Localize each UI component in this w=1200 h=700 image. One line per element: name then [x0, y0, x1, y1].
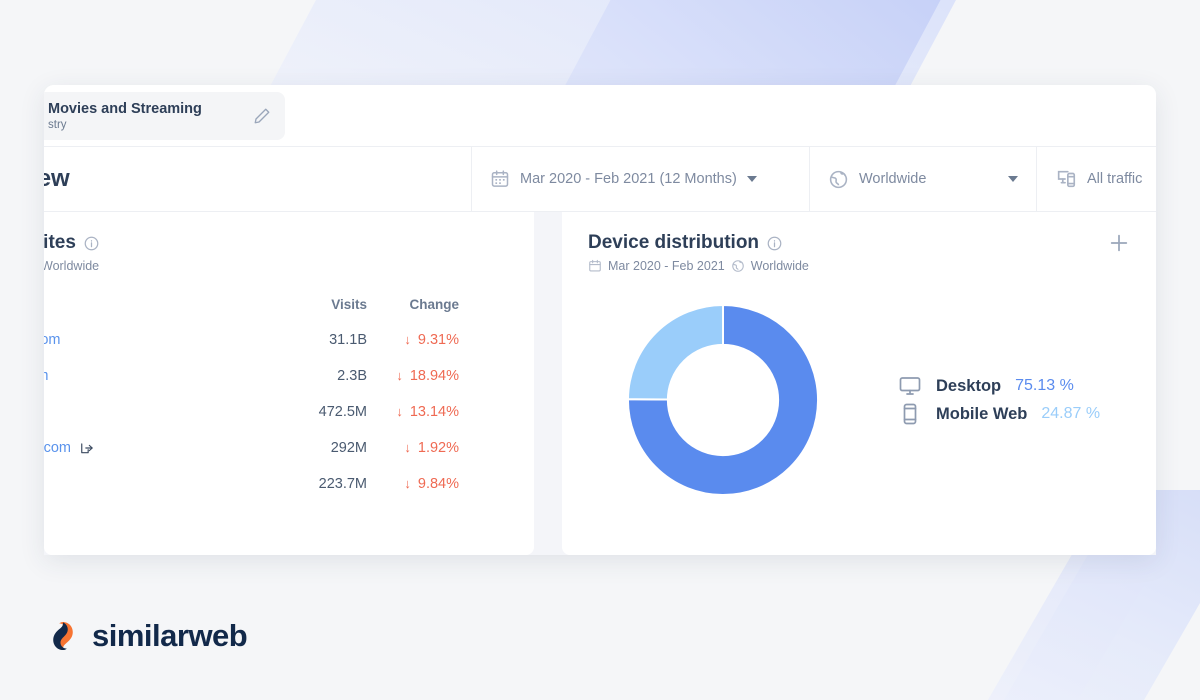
legend-value-desktop: 75.13 %	[1015, 377, 1074, 395]
tab-bar: Movies and Streaming stry	[44, 85, 1156, 147]
legend-label-desktop: Desktop	[936, 377, 1001, 396]
cell-visits: 2.3B	[267, 358, 367, 394]
card-subtitle-top-websites: Worldwide	[44, 259, 99, 273]
card-subtitle-geo-label: Worldwide	[751, 259, 809, 273]
desktop-icon	[898, 374, 922, 398]
traffic-type-filter[interactable]: All traffic	[1036, 147, 1156, 211]
change-value: 9.84%	[418, 476, 459, 492]
mobile-icon	[898, 402, 922, 426]
legend-label-mobile-web: Mobile Web	[936, 405, 1027, 424]
card-top-websites: bsites	[44, 212, 534, 555]
plus-icon[interactable]	[1108, 232, 1130, 254]
globe-icon	[828, 169, 849, 190]
tab-movies-and-streaming[interactable]: Movies and Streaming stry	[44, 92, 285, 140]
legend-item-desktop: Desktop 75.13 %	[898, 374, 1130, 398]
change-value: 18.94%	[410, 368, 459, 384]
date-range-filter[interactable]: Mar 2020 - Feb 2021 (12 Months)	[471, 147, 809, 211]
top-websites-table-body: e.com 31.1B ↓ 9.31%	[44, 322, 459, 502]
cell-change: ↓ 1.92%	[404, 440, 459, 456]
change-value: 1.92%	[418, 440, 459, 456]
similarweb-wordmark: similarweb	[92, 618, 247, 654]
change-value: 13.14%	[410, 404, 459, 420]
arrow-down-icon: ↓	[404, 440, 411, 455]
site-link[interactable]: lus.com	[44, 440, 94, 456]
page-title: erview	[44, 147, 471, 211]
app-window: Movies and Streaming stry erview	[44, 85, 1156, 555]
tab-subtitle: stry	[48, 118, 247, 133]
pencil-icon[interactable]	[253, 107, 271, 125]
geography-filter[interactable]: Worldwide	[809, 147, 1036, 211]
table-row[interactable]: m 223.7M ↓ 9.84%	[44, 466, 459, 502]
donut-chart	[588, 301, 858, 499]
donut-slice-mobile-web[interactable]	[628, 305, 723, 400]
cell-visits: 472.5M	[267, 394, 367, 430]
similarweb-branding: similarweb	[46, 618, 247, 654]
cell-change: ↓ 9.84%	[404, 476, 459, 492]
top-websites-table: Visits Change e.com 31.1B	[44, 291, 459, 502]
info-icon[interactable]	[84, 236, 99, 251]
table-row[interactable]: e.com 31.1B ↓ 9.31%	[44, 322, 459, 358]
column-header-visits: Visits	[267, 291, 367, 322]
info-icon[interactable]	[767, 236, 782, 251]
toolbar: erview Mar 2020 - Feb 2021 (12 Months)	[44, 147, 1156, 212]
chevron-down-icon[interactable]	[747, 176, 757, 182]
table-row[interactable]: om 472.5M ↓ 13.14%	[44, 394, 459, 430]
arrow-down-icon: ↓	[404, 332, 411, 347]
cell-visits: 223.7M	[267, 466, 367, 502]
page-title-text: erview	[44, 165, 70, 193]
card-title-top-websites: bsites	[44, 232, 76, 254]
chevron-down-icon[interactable]	[1008, 176, 1018, 182]
calendar-icon	[588, 259, 602, 273]
legend-value-mobile-web: 24.87 %	[1041, 405, 1100, 423]
site-name: e.com	[44, 332, 61, 348]
geography-label: Worldwide	[859, 171, 998, 187]
external-link-icon[interactable]	[80, 441, 94, 455]
donut-chart-svg	[624, 301, 822, 499]
cell-change: ↓ 9.31%	[404, 332, 459, 348]
cell-visits: 292M	[267, 430, 367, 466]
legend-item-mobile-web: Mobile Web 24.87 %	[898, 402, 1130, 426]
globe-icon	[731, 259, 745, 273]
column-header-change: Change	[367, 291, 459, 322]
cell-change: ↓ 18.94%	[396, 368, 459, 384]
cell-visits: 31.1B	[267, 322, 367, 358]
card-subtitle-date-label: Mar 2020 - Feb 2021	[608, 259, 725, 273]
arrow-down-icon: ↓	[404, 476, 411, 491]
dashboard-cards: bsites	[44, 212, 1156, 555]
card-subtitle-device-distribution: Mar 2020 - Feb 2021 Worldwide	[588, 259, 809, 273]
card-subtitle-geo-label: Worldwide	[44, 259, 99, 273]
site-name: lus.com	[44, 440, 71, 456]
site-link[interactable]: e.com	[44, 332, 61, 348]
card-device-distribution: Device distribution	[562, 212, 1156, 555]
card-title-device-distribution: Device distribution	[588, 232, 759, 254]
arrow-down-icon: ↓	[396, 404, 403, 419]
device-distribution-chart: Desktop 75.13 % Mobile Web 24.87 %	[588, 285, 1130, 515]
devices-icon	[1055, 168, 1077, 190]
change-value: 9.31%	[418, 332, 459, 348]
table-row[interactable]: lus.com 292M	[44, 430, 459, 466]
traffic-type-label: All traffic	[1087, 171, 1142, 187]
arrow-down-icon: ↓	[396, 368, 403, 383]
table-header-row: Visits Change	[44, 291, 459, 322]
tab-title: Movies and Streaming	[48, 100, 247, 118]
similarweb-logo-icon	[46, 619, 80, 653]
column-header-site	[44, 291, 267, 322]
chart-legend: Desktop 75.13 % Mobile Web 24.87 %	[858, 374, 1130, 426]
table-row[interactable]: com 2.3B ↓ 18.94%	[44, 358, 459, 394]
cell-change: ↓ 13.14%	[396, 404, 459, 420]
site-name: com	[44, 368, 48, 384]
site-link[interactable]: com	[44, 368, 48, 384]
calendar-icon	[490, 169, 510, 189]
date-range-label: Mar 2020 - Feb 2021 (12 Months)	[520, 171, 737, 187]
